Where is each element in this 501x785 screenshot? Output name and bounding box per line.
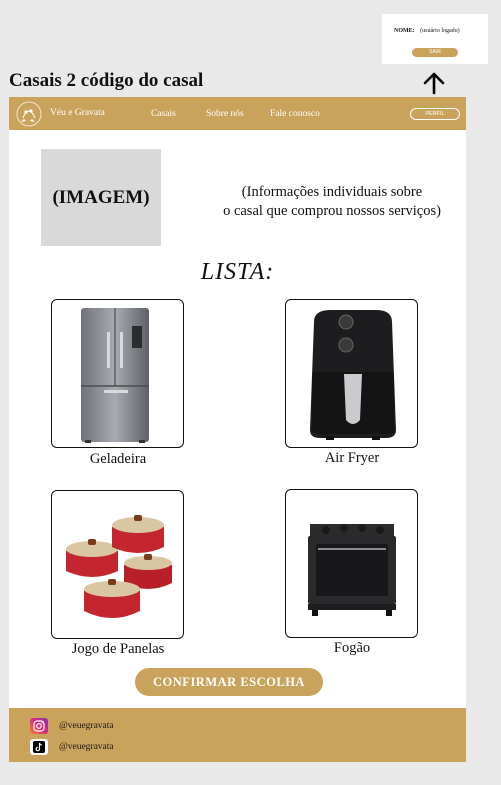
refrigerator-icon [81,308,149,443]
product-label-air-fryer: Air Fryer [324,450,380,466]
tiktok-icon [30,739,48,755]
cookware-set-icon [66,515,172,618]
product-card-air-fryer[interactable] [285,299,418,448]
product-label-fogao: Fogão [333,640,371,656]
user-name-row: NOME: (usuário logado) [394,28,460,34]
nav-link-casais[interactable]: Casais [151,109,176,119]
couple-info-line-2: o casal que comprou nossos serviços) [223,203,441,219]
brand-logo-icon[interactable] [15,100,43,128]
tiktok-link[interactable]: @veuegravata [30,739,114,755]
profile-button[interactable]: PERFIL [410,108,460,120]
nav-link-fale-conosco[interactable]: Fale conosco [270,109,320,119]
stove-icon [308,524,396,616]
gift-list-title: LISTA: [200,259,275,285]
page-title: Casais 2 código do casal [9,70,204,91]
image-placeholder-label: (IMAGEM) [52,186,150,208]
nav-link-sobre-nos[interactable]: Sobre nós [206,109,244,119]
couple-info: (Informações individuais sobre o casal q… [212,183,452,221]
user-name-label: NOME: [394,28,415,34]
instagram-handle: @veuegravata [59,721,114,731]
user-login-box: NOME: (usuário logado) SAIR [382,14,488,64]
air-fryer-icon [310,310,396,440]
product-card-jogo-de-panelas[interactable] [51,490,184,639]
logout-button[interactable]: SAIR [412,48,458,57]
confirm-choice-button[interactable]: CONFIRMAR ESCOLHA [135,668,323,696]
page-frame: Véu e Gravata Casais Sobre nós Fale cono… [9,97,466,762]
product-label-jogo-de-panelas: Jogo de Panelas [71,641,165,657]
product-label-geladeira: Geladeira [89,451,147,467]
product-card-geladeira[interactable] [51,299,184,448]
user-name-value: (usuário logado) [420,28,460,34]
navbar: Véu e Gravata Casais Sobre nós Fale cono… [9,97,466,130]
couple-info-line-1: (Informações individuais sobre [241,184,423,200]
brand-name[interactable]: Véu e Gravata [50,108,105,118]
arrow-up-icon [423,72,445,95]
footer: @veuegravata @veuegravata [9,708,466,762]
instagram-link[interactable]: @veuegravata [30,718,114,734]
product-card-fogao[interactable] [285,489,418,638]
couple-image-placeholder: (IMAGEM) [41,149,161,246]
tiktok-handle: @veuegravata [59,742,114,752]
instagram-icon [30,718,48,734]
